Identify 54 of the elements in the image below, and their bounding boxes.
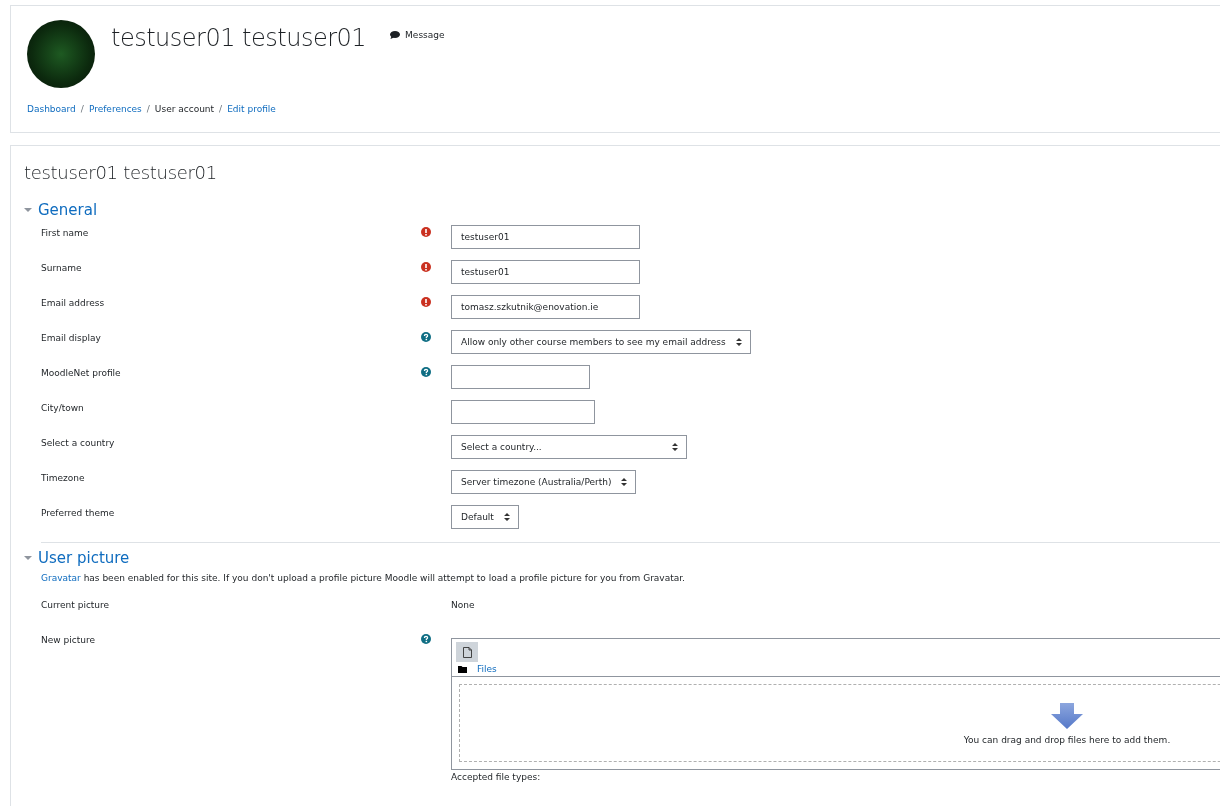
down-arrow-icon [1051,703,1083,729]
breadcrumb-item[interactable]: Dashboard [27,104,76,114]
select-dropdown[interactable]: Select a country... [451,435,687,459]
breadcrumb-separator: / [80,104,84,114]
file-picker[interactable]: Files You can drag and drop files here to add them. [451,638,1220,770]
drop-hint: You can drag and drop files here to add them. [963,735,1171,745]
file-icon [462,646,472,658]
help-icon[interactable] [421,332,431,342]
breadcrumb-separator: / [146,104,150,114]
sort-caret-icon [621,478,628,486]
section-heading[interactable]: User picture [38,549,130,567]
accepted-types-label: Accepted file types: [451,772,542,782]
section-heading[interactable]: General [38,201,98,219]
field-label: New picture [40,634,96,645]
text-field[interactable]: testuser01 [451,225,640,249]
field-label: Email address [40,297,106,308]
message-link[interactable]: Message [390,30,445,40]
sort-caret-icon [735,338,742,346]
field-label: Preferred theme [40,507,116,518]
select-dropdown[interactable]: Default [451,505,519,529]
add-file-button[interactable] [456,642,478,662]
page-title: testuser01 testuser01 [24,162,218,183]
folder-icon [458,665,467,673]
breadcrumb-item[interactable]: Preferences [88,104,142,114]
section-intro: Gravatar has been enabled for this site. If you don't upload a profile picture Moodle will attempt to load a profile picture for you from Gravatar. [41,573,686,583]
collapse-caret-icon[interactable] [24,554,32,562]
files-link[interactable]: Files [477,664,497,674]
breadcrumb-separator: / [219,104,223,114]
collapse-caret-icon[interactable] [24,206,32,214]
field-label: Select a country [40,437,116,448]
user-name: testuser01 testuser01 [111,24,367,52]
field-label: MoodleNet profile [40,367,122,378]
breadcrumb-item[interactable]: User account [154,104,215,114]
select-dropdown[interactable]: Server timezone (Australia/Perth) [451,470,637,494]
help-icon[interactable] [421,634,431,644]
field-label: Surname [40,262,83,273]
sort-caret-icon [503,513,510,521]
field-value: None [451,599,475,610]
field-label: Email display [40,332,102,343]
text-field[interactable] [451,365,590,389]
field-label: Current picture [40,599,111,610]
text-field[interactable]: testuser01 [451,260,640,284]
help-icon[interactable] [421,367,431,377]
field-label: Timezone [40,472,86,483]
speech-bubble-icon [390,31,401,39]
sort-caret-icon [672,443,678,451]
field-label: First name [40,227,90,238]
text-field[interactable]: tomasz.szkutnik@enovation.ie [451,295,640,319]
text-field[interactable] [451,400,595,424]
gravatar-link[interactable]: Gravatar [41,573,81,583]
breadcrumb-item[interactable]: Edit profile [227,104,276,114]
field-label: City/town [40,402,85,413]
select-dropdown[interactable]: Allow only other course members to see my email address [451,330,751,354]
drop-zone[interactable]: You can drag and drop files here to add them. [459,684,1220,762]
